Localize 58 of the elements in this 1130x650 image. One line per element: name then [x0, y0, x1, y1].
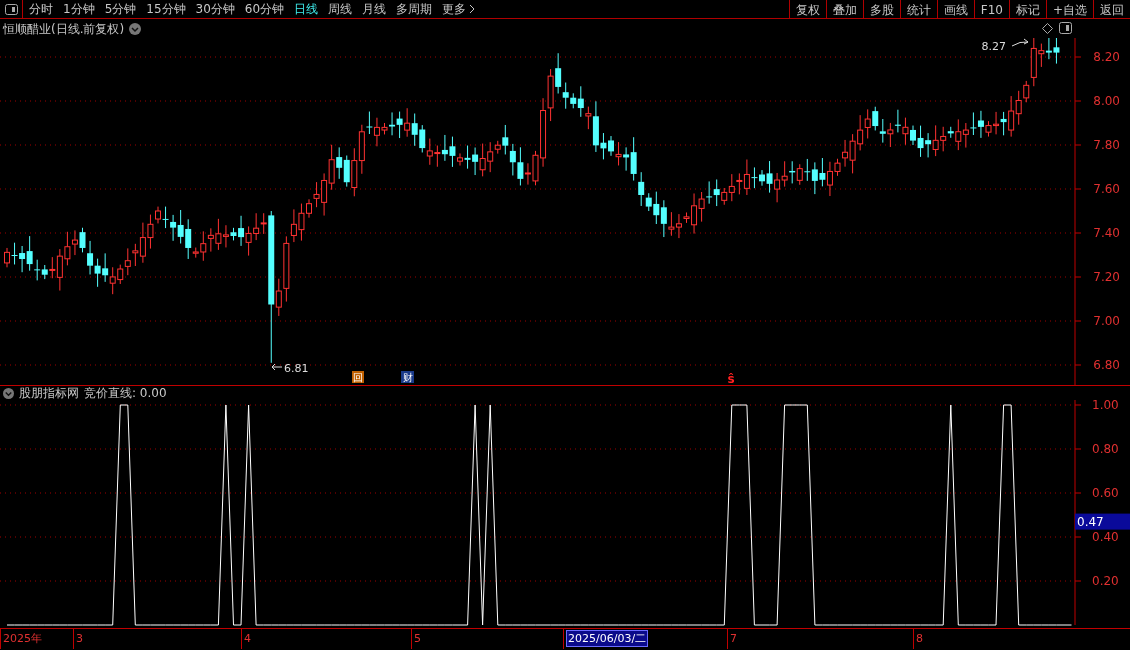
high-price-label: 8.27	[981, 40, 1006, 53]
price-label: 7.40	[1093, 226, 1120, 240]
high-arrow-icon	[1011, 38, 1029, 47]
toolbar-button[interactable]: 返回	[1093, 0, 1130, 19]
diamond-icon[interactable]	[1042, 23, 1053, 34]
period-tab[interactable]: 周线	[328, 0, 353, 18]
date-label: 5	[414, 631, 421, 646]
toolbar-button[interactable]: +自选	[1045, 0, 1093, 19]
period-tab[interactable]: 月线	[362, 0, 387, 18]
indicator-title: 股朋指标网	[19, 385, 79, 402]
period-tab[interactable]: 5分钟	[104, 0, 137, 18]
date-label: 7	[730, 631, 737, 646]
period-tab[interactable]: 60分钟	[244, 0, 285, 18]
axis-tick-label: 0.20	[1092, 574, 1119, 588]
price-label: 8.00	[1093, 94, 1120, 108]
date-label: 2025/06/03/二	[566, 630, 649, 647]
date-label: 8	[916, 631, 923, 646]
period-tab[interactable]: 15分钟	[146, 0, 186, 18]
collapse-icon[interactable]	[3, 387, 14, 399]
price-label: 7.00	[1093, 314, 1120, 328]
period-tab[interactable]: 分时	[29, 0, 53, 18]
indicator-reading: 竞价直线: 0.00	[84, 385, 167, 402]
event-mark[interactable]: ŝ	[727, 372, 735, 385]
period-tab[interactable]: 日线	[294, 0, 319, 18]
toolbar-button[interactable]: 标记	[1008, 0, 1046, 19]
date-label: 3	[76, 631, 83, 646]
cursor-value: 0.47	[1077, 514, 1104, 529]
price-label: 8.20	[1093, 50, 1120, 64]
low-price-label: 6.81	[284, 362, 309, 375]
price-label: 7.80	[1093, 138, 1120, 152]
toolbar-button[interactable]: 复权	[788, 0, 826, 19]
period-tab[interactable]: 1分钟	[63, 0, 95, 18]
axis-tick-label: 0.80	[1092, 442, 1119, 456]
date-label: 4	[244, 631, 251, 646]
toolbar-button[interactable]: F10	[973, 0, 1009, 19]
low-arrow-icon	[271, 363, 283, 371]
panel-toggle-icon[interactable]	[1059, 22, 1072, 34]
toolbar-button[interactable]: 多股	[862, 0, 900, 19]
toolbar-button[interactable]: 画线	[936, 0, 974, 19]
toolbar-button[interactable]: 叠加	[825, 0, 863, 19]
panel-toggle-icon[interactable]	[4, 3, 18, 15]
axis-tick-label: 1.00	[1092, 400, 1119, 412]
price-label: 6.80	[1093, 358, 1120, 372]
date-label: 2025年	[3, 631, 42, 646]
period-tab[interactable]: 更多	[442, 0, 476, 18]
chevron-right-icon	[469, 4, 476, 14]
stock-title: 恒顺醋业(日线.前复权)	[3, 20, 125, 38]
axis-tick-label: 0.60	[1092, 486, 1119, 500]
dropdown-icon[interactable]	[129, 22, 142, 35]
period-tab[interactable]: 30分钟	[195, 0, 235, 18]
price-label: 7.60	[1093, 182, 1120, 196]
repurchase-mark[interactable]: 回	[352, 371, 364, 383]
finance-mark[interactable]: 财	[401, 371, 414, 383]
cursor-value-box	[1075, 513, 1130, 530]
price-label: 7.20	[1093, 270, 1120, 284]
toolbar-button[interactable]: 统计	[899, 0, 937, 19]
period-tab[interactable]: 多周期	[396, 0, 433, 18]
axis-tick-label: 0.40	[1092, 530, 1119, 544]
